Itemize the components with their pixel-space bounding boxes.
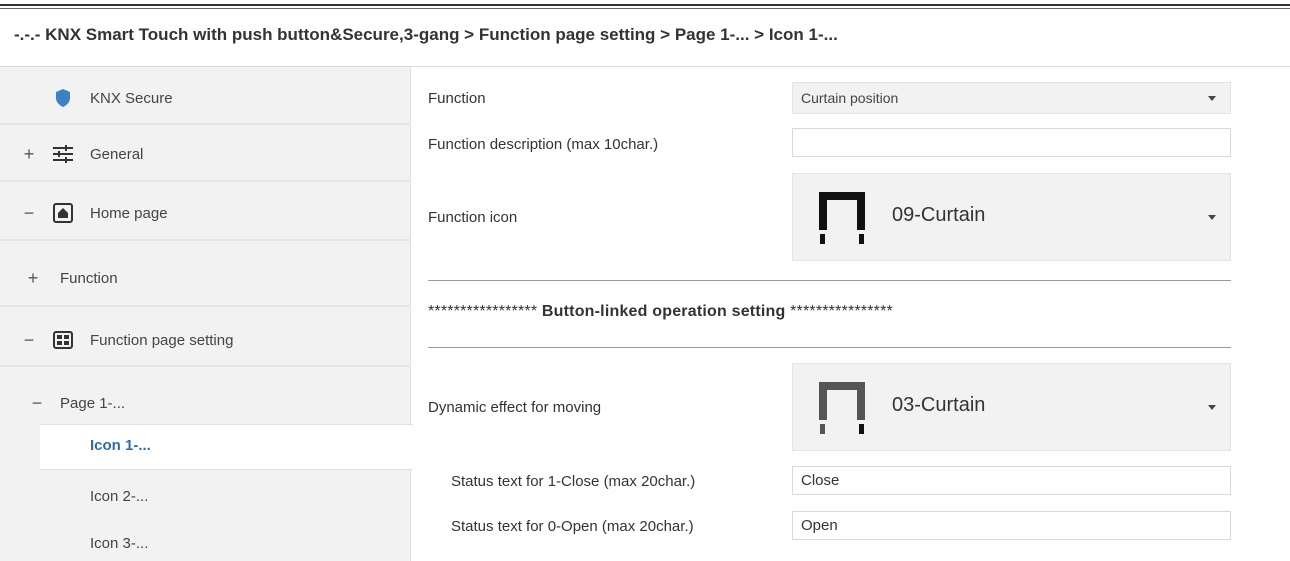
function-select-value: Curtain position [801,90,899,106]
chevron-down-icon [1208,215,1216,220]
function-description-label: Function description (max 10char.) [428,136,659,153]
sidebar-item-icon-1-selected[interactable]: Icon 1-... [40,424,413,470]
sidebar-divider [0,123,411,125]
collapse-icon[interactable]: − [22,330,36,351]
curtain-moving-icon [817,380,867,439]
status-open-input[interactable]: Open [792,511,1231,540]
sidebar-item-function-page-setting[interactable]: − Function page setting [0,325,411,355]
function-select[interactable]: Curtain position [792,82,1231,114]
section-divider-top [428,280,1231,281]
function-icon-label: Function icon [428,209,518,226]
sidebar-item-page-1[interactable]: − Page 1-... [0,388,411,418]
window-top-border [0,4,1290,6]
status-close-label: Status text for 1-Close (max 20char.) [451,473,696,490]
sidebar-item-function[interactable]: + Function [0,263,411,293]
function-icon-select[interactable]: 09-Curtain [792,173,1231,261]
chevron-down-icon [1208,96,1216,101]
sidebar-divider [0,239,411,241]
home-icon [52,202,74,224]
sidebar-item-general[interactable]: + General [0,139,411,169]
sidebar-item-label: Icon 1-... [90,437,151,454]
section-title: ***************** Button-linked operatio… [428,303,893,320]
collapse-icon[interactable]: − [22,203,36,224]
sidebar-item-label: Page 1-... [60,394,126,412]
sidebar-item-label: Home page [90,204,168,222]
sidebar-divider [0,365,411,367]
dynamic-effect-label: Dynamic effect for moving [428,399,602,416]
dynamic-effect-value: 03-Curtain [892,394,986,416]
sidebar-item-knx-secure[interactable]: KNX Secure [0,83,411,113]
sidebar-item-label: KNX Secure [90,89,173,107]
status-open-label: Status text for 0-Open (max 20char.) [451,518,694,535]
collapse-icon[interactable]: − [30,393,44,414]
status-close-input[interactable]: Close [792,466,1231,495]
function-icon-value: 09-Curtain [892,204,986,226]
function-label: Function [428,90,486,107]
sidebar-item-icon-3[interactable]: Icon 3-... [0,528,411,558]
dynamic-effect-select[interactable]: 03-Curtain [792,363,1231,451]
shield-icon [52,87,74,109]
window-top-border-inner [0,8,1290,9]
sliders-icon [52,143,74,165]
sidebar-item-label: Icon 3-... [90,534,149,552]
sidebar-item-label: Function page setting [90,331,234,349]
function-description-input[interactable] [792,128,1231,157]
expand-icon[interactable]: + [26,268,40,289]
sidebar-item-icon-2[interactable]: Icon 2-... [0,481,411,511]
grid-icon [52,329,74,351]
sidebar-divider [0,180,411,182]
sidebar-item-home-page[interactable]: − Home page [0,198,411,228]
section-divider-bottom [428,347,1231,348]
expand-icon[interactable]: + [22,144,36,165]
chevron-down-icon [1208,405,1216,410]
sidebar-divider [0,305,411,307]
sidebar-item-label: Function [60,269,118,287]
sidebar-item-label: General [90,145,144,163]
breadcrumb: -.-.- KNX Smart Touch with push button&S… [14,25,838,44]
sidebar-item-label: Icon 2-... [90,487,149,505]
curtain-icon [817,190,867,249]
